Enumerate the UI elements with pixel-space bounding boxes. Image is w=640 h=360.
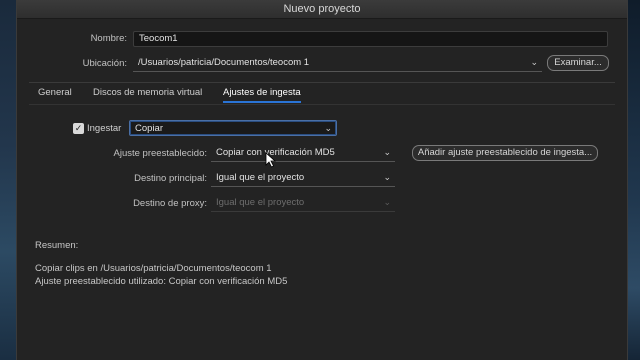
tab-general[interactable]: General bbox=[38, 87, 72, 98]
proxy-destination-label: Destino de proxy: bbox=[133, 198, 207, 209]
tab-ingest-settings[interactable]: Ajustes de ingesta bbox=[223, 87, 301, 103]
chevron-down-icon: ⌄ bbox=[324, 123, 332, 133]
proxy-destination-value: Igual que el proyecto bbox=[216, 197, 305, 208]
tab-bar-divider bbox=[29, 82, 615, 83]
dialog-title: Nuevo proyecto bbox=[17, 0, 627, 19]
location-underline bbox=[133, 71, 542, 72]
name-input[interactable]: Teocom1 bbox=[133, 31, 608, 47]
mouse-pointer-icon bbox=[265, 152, 277, 168]
preset-underline bbox=[211, 161, 395, 162]
browse-button[interactable]: Examinar... bbox=[547, 55, 609, 71]
new-project-dialog: Nuevo proyecto Nombre: Teocom1 Ubicación… bbox=[16, 0, 628, 360]
chevron-down-icon: ⌄ bbox=[383, 172, 391, 182]
panel-divider bbox=[29, 104, 615, 105]
summary-line-2: Ajuste preestablecido utilizado: Copiar … bbox=[35, 276, 288, 287]
checkmark-icon: ✓ bbox=[74, 123, 83, 133]
summary-title: Resumen: bbox=[35, 240, 79, 251]
chevron-down-icon: ⌄ bbox=[530, 57, 538, 67]
tab-scratch-disks[interactable]: Discos de memoria virtual bbox=[93, 87, 202, 98]
ingest-mode-value: Copiar bbox=[135, 123, 163, 134]
summary-line-1: Copiar clips en /Usuarios/patricia/Docum… bbox=[35, 263, 272, 274]
preset-dropdown[interactable]: Copiar con verificación MD5 ⌄ bbox=[211, 145, 395, 161]
primary-destination-value: Igual que el proyecto bbox=[216, 172, 305, 183]
primary-destination-underline bbox=[211, 186, 395, 187]
name-label: Nombre: bbox=[90, 33, 127, 44]
proxy-destination-underline bbox=[211, 211, 395, 212]
ingest-mode-dropdown[interactable]: Copiar ⌄ bbox=[129, 120, 337, 136]
primary-destination-label: Destino principal: bbox=[134, 173, 207, 184]
location-value: /Usuarios/patricia/Documentos/teocom 1 bbox=[138, 57, 310, 68]
chevron-down-icon: ⌄ bbox=[383, 197, 391, 207]
add-ingest-preset-button[interactable]: Añadir ajuste preestablecido de ingesta.… bbox=[412, 145, 598, 161]
preset-label: Ajuste preestablecido: bbox=[113, 148, 207, 159]
desktop-background-left bbox=[0, 0, 16, 360]
chevron-down-icon: ⌄ bbox=[383, 147, 391, 157]
ingest-label: Ingestar bbox=[87, 123, 122, 134]
desktop-background-right bbox=[628, 0, 640, 360]
location-label: Ubicación: bbox=[82, 58, 127, 69]
proxy-destination-dropdown: Igual que el proyecto ⌄ bbox=[211, 195, 395, 211]
primary-destination-dropdown[interactable]: Igual que el proyecto ⌄ bbox=[211, 170, 395, 186]
ingest-checkbox[interactable]: ✓ bbox=[73, 123, 84, 134]
location-dropdown[interactable]: /Usuarios/patricia/Documentos/teocom 1 ⌄ bbox=[133, 55, 542, 71]
